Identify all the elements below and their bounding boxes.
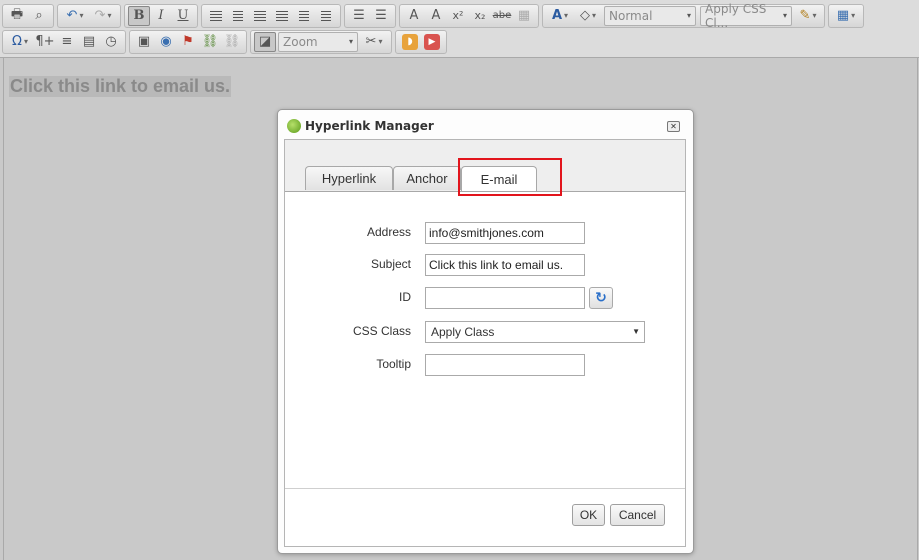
css-class-label: CSS Class (352, 324, 411, 338)
zoom-dropdown[interactable]: Zoom ▾ (278, 31, 358, 52)
align-center-icon[interactable] (227, 6, 249, 26)
superscript-icon[interactable]: x² (447, 6, 469, 26)
back-color-icon[interactable]: ◇ (574, 6, 602, 26)
css-class-dropdown[interactable]: Apply CSS Cl... ▾ (700, 2, 792, 30)
youtube-icon[interactable]: ▶ (421, 32, 443, 52)
insert-image-icon[interactable]: ▦ (513, 6, 535, 26)
toolbar-group-formatting: B I U (124, 3, 198, 28)
close-icon[interactable]: ✕ (667, 121, 680, 132)
toolbar-group-text-effects: A A x² x₂ abe ▦ (399, 3, 539, 28)
footer-divider (285, 488, 685, 489)
bullet-list-icon[interactable]: ☰ (370, 6, 392, 26)
tab-anchor[interactable]: Anchor (393, 166, 461, 190)
toolbar-group-extras: ◗ ▶ (395, 29, 447, 54)
editor-selected-text[interactable]: Click this link to email us. (9, 76, 232, 97)
dialog-title: Hyperlink Manager (305, 119, 434, 133)
toolbar-group-history: ↶ ↷ (57, 3, 121, 28)
image-manager-icon[interactable]: ▣ (133, 32, 155, 52)
horizontal-rule-icon[interactable]: ≡ (56, 32, 78, 52)
subject-field[interactable]: Click this link to email us. (425, 254, 585, 276)
refresh-icon: ↻ (595, 290, 607, 306)
subject-row: Subject Click this link to email us. (285, 254, 685, 276)
email-tab-highlight-box (458, 158, 562, 196)
chevron-down-icon: ▾ (348, 37, 353, 46)
table-icon[interactable]: ▦ (832, 6, 860, 26)
subject-label: Subject (370, 257, 411, 271)
align-right-icon[interactable] (249, 6, 271, 26)
numbered-list-icon[interactable]: ☰ (348, 6, 370, 26)
strikethrough-icon[interactable]: abe (491, 6, 513, 26)
toolbar-group-table: ▦ (828, 3, 864, 28)
format-painter-icon[interactable]: A (403, 6, 425, 26)
paragraph-style-dropdown[interactable]: Normal ▾ (604, 5, 696, 26)
toolbar-group-view: ◪ Zoom ▾ ✂ (250, 29, 392, 54)
tooltip-field[interactable] (425, 354, 585, 376)
redo-icon[interactable]: ↷ (89, 6, 117, 26)
generate-id-button[interactable]: ↻ (589, 287, 613, 309)
id-row: ID ↻ (285, 287, 685, 309)
telerik-logo-icon (287, 119, 301, 133)
underline-icon[interactable]: U (172, 6, 194, 26)
remove-link-icon[interactable]: ⛓ (221, 32, 243, 52)
align-left-icon[interactable] (205, 6, 227, 26)
toolbar-row-1: 🖶 ⌕ ↶ ↷ B I U ☰ ☰ A A x² x₂ a (2, 2, 867, 30)
toolbar-group-media: ▣ ◉ ⚑ ⛓ ⛓ (129, 29, 247, 54)
id-field[interactable] (425, 287, 585, 309)
fore-color-icon[interactable]: A (546, 6, 574, 26)
outdent-icon[interactable] (293, 6, 315, 26)
address-row: Address info@smithjones.com (285, 222, 685, 244)
tooltip-label: Tooltip (376, 357, 411, 371)
zoom-toggle-icon[interactable]: ◪ (254, 31, 276, 52)
rss-icon[interactable]: ◗ (399, 32, 421, 52)
css-class-value: Apply CSS Cl... (705, 1, 767, 30)
italic-icon[interactable]: I (150, 6, 172, 26)
justify-icon[interactable] (271, 6, 293, 26)
toolbar-row-2: Ω ¶+ ≡ ▤ ◷ ▣ ◉ ⚑ ⛓ ⛓ ◪ Zoom ▾ ✂ ◗ ▶ (2, 29, 450, 54)
hyperlink-icon[interactable]: ⛓ (199, 32, 221, 52)
css-class-select[interactable]: Apply Class ▼ (425, 321, 645, 343)
paragraph-style-value: Normal (609, 8, 653, 23)
chevron-down-icon: ▾ (686, 11, 691, 20)
paragraph-icon[interactable]: ¶+ (34, 32, 56, 52)
format-stripper-icon[interactable]: ✎ (794, 6, 822, 26)
chevron-down-icon: ▾ (782, 11, 787, 20)
editor-toolbar: 🖶 ⌕ ↶ ↷ B I U ☰ ☰ A A x² x₂ a (0, 0, 919, 58)
flash-icon[interactable]: ⚑ (177, 32, 199, 52)
indent-icon[interactable] (315, 6, 337, 26)
toolbar-group-lists: ☰ ☰ (344, 3, 396, 28)
cancel-button[interactable]: Cancel (610, 504, 665, 526)
clock-icon[interactable]: ◷ (100, 32, 122, 52)
toolbar-group-print: 🖶 ⌕ (2, 3, 54, 28)
hyperlink-manager-dialog: Hyperlink Manager ✕ Hyperlink Anchor E-m… (277, 109, 694, 554)
address-label: Address (366, 225, 411, 239)
ok-button[interactable]: OK (572, 504, 605, 526)
css-class-row: CSS Class Apply Class ▼ (285, 321, 685, 343)
zoom-value: Zoom (283, 34, 318, 49)
special-characters-icon[interactable]: Ω (6, 32, 34, 52)
toolbar-group-styles: A ◇ Normal ▾ Apply CSS Cl... ▾ ✎ (542, 2, 825, 30)
tooltip-row: Tooltip (285, 354, 685, 376)
chevron-down-icon: ▼ (632, 327, 640, 336)
bold-icon[interactable]: B (128, 5, 150, 26)
tab-hyperlink[interactable]: Hyperlink (305, 166, 393, 190)
print-icon[interactable]: 🖶 (6, 6, 28, 26)
subscript-icon[interactable]: x₂ (469, 6, 491, 26)
dialog-body: Hyperlink Anchor E-mail Address info@smi… (284, 139, 686, 547)
module-manager-icon[interactable]: ✂ (360, 32, 388, 52)
address-field[interactable]: info@smithjones.com (425, 222, 585, 244)
css-class-select-value: Apply Class (431, 325, 495, 339)
find-replace-icon[interactable]: ⌕ (28, 6, 50, 26)
strip-format-icon[interactable]: A (425, 6, 447, 26)
templates-icon[interactable]: ▤ (78, 32, 100, 52)
tab-strip: Hyperlink Anchor E-mail (285, 140, 685, 196)
dialog-title-bar: Hyperlink Manager (287, 119, 434, 133)
id-label: ID (399, 290, 411, 304)
undo-icon[interactable]: ↶ (61, 6, 89, 26)
toolbar-group-alignment (201, 3, 341, 28)
toolbar-group-insert: Ω ¶+ ≡ ▤ ◷ (2, 29, 126, 54)
media-icon[interactable]: ◉ (155, 32, 177, 52)
